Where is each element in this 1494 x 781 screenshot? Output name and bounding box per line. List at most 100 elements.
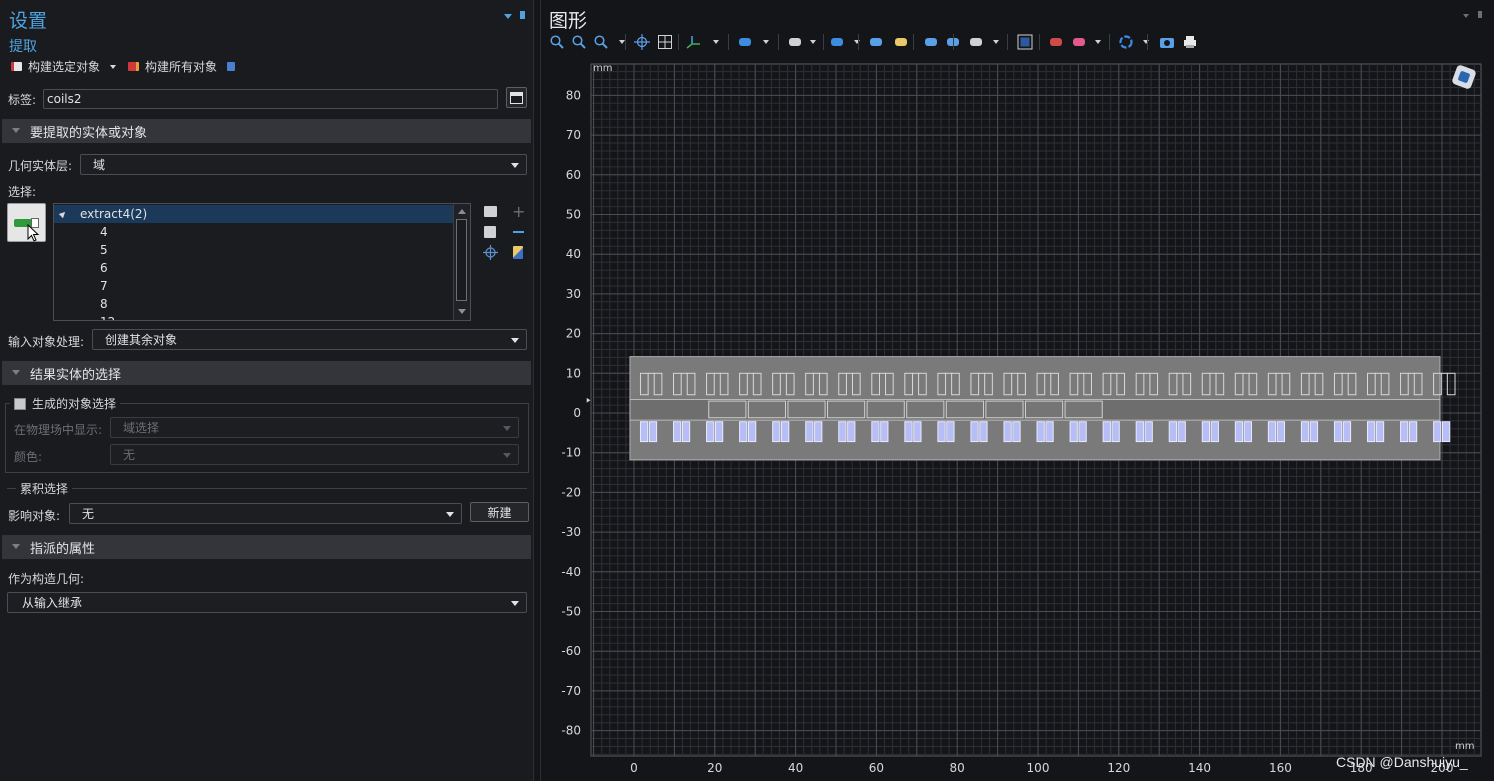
coil-domain[interactable] [681, 421, 691, 443]
coil-domain[interactable] [1243, 421, 1252, 443]
rotate-icon[interactable] [1118, 34, 1134, 50]
coil-domain[interactable] [880, 421, 889, 443]
link-icon[interactable] [923, 34, 939, 50]
core-rectangle[interactable] [787, 400, 826, 419]
section-result-header[interactable]: 结果实体的选择 [2, 361, 531, 385]
copy-selection-icon[interactable] [484, 226, 496, 238]
coil-domain[interactable] [1300, 421, 1310, 443]
clear-selection-icon[interactable] [893, 34, 909, 50]
add-icon[interactable]: + [512, 204, 525, 220]
coil-domain[interactable] [1267, 421, 1277, 443]
construction-select[interactable]: 从输入继承 [7, 592, 527, 613]
graphics-sync-icon[interactable] [227, 62, 236, 71]
section-entities-header[interactable]: 要提取的实体或对象 [2, 119, 531, 143]
coil-domain[interactable] [814, 421, 823, 443]
select-domain-icon[interactable] [787, 34, 803, 50]
core-rectangle[interactable] [985, 400, 1024, 419]
coil-domain[interactable] [1012, 421, 1021, 443]
coil-domain[interactable] [747, 421, 757, 443]
coil-domain[interactable] [739, 421, 748, 443]
show-in-physics-select[interactable]: 域选择 [110, 417, 519, 438]
graphics-canvas[interactable]: 0 20 40 60 80 100 120 140 160 180 2008070605040302… [541, 56, 1494, 780]
coil-domain[interactable] [781, 421, 790, 443]
select-object-icon[interactable] [737, 34, 753, 50]
print-icon[interactable] [1182, 34, 1198, 50]
coil-domain[interactable] [1367, 421, 1376, 443]
chevron-down-icon[interactable] [713, 40, 719, 44]
panel-menu-icon[interactable] [504, 14, 512, 19]
core-rectangle[interactable] [708, 400, 747, 419]
geometric-level-select[interactable]: 域 [80, 154, 527, 175]
section-assigned-header[interactable]: 指派的属性 [2, 535, 531, 559]
paste-selection-icon[interactable] [484, 206, 497, 217]
core-rectangle[interactable] [747, 400, 786, 419]
list-item[interactable]: 8 [100, 295, 108, 313]
camera-icon[interactable] [1159, 34, 1175, 50]
zoom-to-selection-icon[interactable] [483, 245, 498, 260]
list-item[interactable]: 5 [100, 241, 108, 259]
chevron-down-icon[interactable] [110, 64, 117, 69]
list-item[interactable]: 4 [100, 223, 108, 241]
pin-icon[interactable] [1478, 11, 1482, 18]
active-toggle-button[interactable] [7, 203, 46, 242]
wireframe-icon[interactable] [1017, 34, 1033, 50]
coil-domain[interactable] [979, 421, 988, 443]
coil-domain[interactable] [1111, 421, 1120, 443]
coil-domain[interactable] [1069, 421, 1078, 443]
coil-domain[interactable] [1234, 421, 1244, 443]
coil-domain[interactable] [937, 421, 946, 443]
label-input[interactable]: coils2 [43, 89, 498, 109]
coil-domain[interactable] [1333, 421, 1343, 443]
coil-domain[interactable] [1003, 421, 1012, 443]
core-rectangle[interactable] [866, 400, 905, 419]
view-icon[interactable] [968, 34, 984, 50]
core-rectangle[interactable] [827, 400, 866, 419]
select-all-icon[interactable] [868, 34, 884, 50]
coil-domain[interactable] [805, 421, 814, 443]
core-rectangle[interactable] [1064, 400, 1103, 419]
chevron-down-icon[interactable] [1143, 40, 1149, 44]
contribute-select[interactable]: 无 [69, 503, 462, 524]
generated-selection-checkbox[interactable] [14, 397, 26, 410]
coil-domain[interactable] [970, 421, 979, 443]
render-icon[interactable] [1048, 34, 1064, 50]
core-rectangle[interactable] [1024, 400, 1064, 419]
coil-domain[interactable] [1078, 421, 1087, 443]
coil-domain[interactable] [1135, 421, 1144, 443]
color-select[interactable]: 无 [110, 444, 519, 465]
coil-domain[interactable] [1408, 421, 1418, 443]
label-options-button[interactable] [506, 87, 527, 108]
expand-icon[interactable] [58, 209, 68, 219]
scroll-up-icon[interactable] [458, 209, 466, 214]
select-boundary-icon[interactable] [829, 34, 845, 50]
coil-domain[interactable] [1309, 421, 1319, 443]
coil-domain[interactable] [1144, 421, 1153, 443]
coil-domain[interactable] [838, 421, 847, 443]
chevron-down-icon[interactable] [1095, 40, 1101, 44]
coil-domain[interactable] [648, 421, 658, 443]
scroll-thumb[interactable] [456, 219, 467, 301]
coil-domain[interactable] [1177, 421, 1186, 443]
coil-domain[interactable] [1045, 421, 1054, 443]
coil-domain[interactable] [1201, 421, 1211, 443]
coil-domain[interactable] [913, 421, 922, 443]
core-rectangle[interactable] [906, 400, 945, 419]
panel-menu-icon[interactable] [1463, 14, 1469, 18]
zoom-in-icon[interactable] [549, 34, 565, 50]
coil-domain[interactable] [639, 421, 649, 443]
pin-icon[interactable] [520, 11, 525, 19]
axis-icon[interactable] [685, 34, 701, 50]
coil-domain[interactable] [1210, 421, 1219, 443]
chevron-down-icon[interactable] [854, 40, 860, 44]
new-button[interactable]: 新建 [470, 502, 529, 522]
build-selected-button[interactable]: 构建选定对象 [11, 58, 117, 75]
coil-domain[interactable] [714, 421, 724, 443]
coil-domain[interactable] [871, 421, 880, 443]
list-item[interactable]: 6 [100, 259, 108, 277]
fit-grid-icon[interactable] [657, 34, 673, 50]
coil-domain[interactable] [1433, 421, 1442, 443]
build-all-button[interactable]: 构建所有对象 [128, 58, 236, 75]
coil-domain[interactable] [1441, 421, 1451, 443]
zoom-extents-icon[interactable] [634, 34, 650, 50]
coil-domain[interactable] [772, 421, 781, 443]
